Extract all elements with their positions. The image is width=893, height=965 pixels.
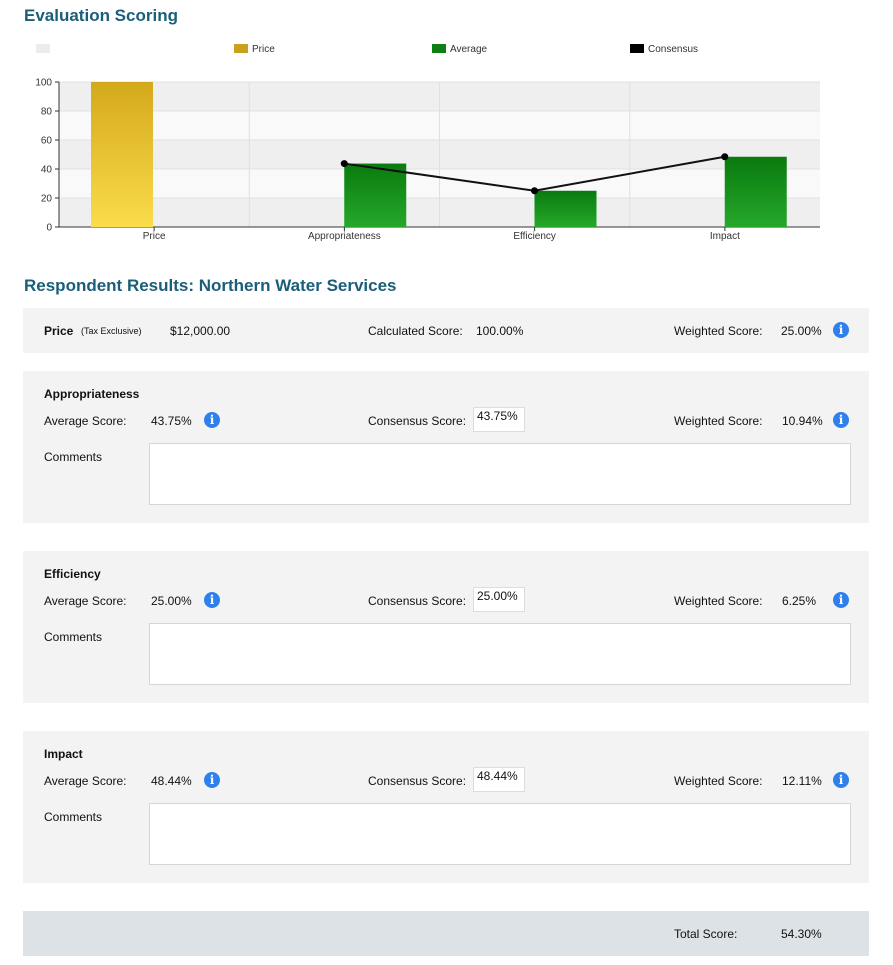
comments-label: Comments bbox=[44, 810, 103, 824]
consensus-point bbox=[340, 160, 348, 168]
x-tick-label: Impact bbox=[710, 231, 740, 242]
info-icon[interactable]: i bbox=[833, 322, 849, 338]
legend-swatch-blank bbox=[36, 44, 50, 53]
weighted-score-value: 6.25% bbox=[782, 594, 817, 608]
y-tick-label: 0 bbox=[46, 223, 52, 234]
weighted-score-label: Weighted Score: bbox=[674, 324, 763, 338]
weighted-score-value: 25.00% bbox=[781, 324, 822, 338]
y-tick-label: 40 bbox=[41, 165, 53, 176]
consensus-score-label: Consensus Score: bbox=[368, 594, 467, 608]
total-score-bar: Total Score: 54.30% bbox=[23, 911, 869, 956]
criterion-panel-efficiency: Efficiency Average Score: 25.00% i Conse… bbox=[23, 551, 869, 703]
criterion-panel-appropriateness: Appropriateness Average Score: 43.75% i … bbox=[23, 371, 869, 523]
comments-textarea[interactable] bbox=[149, 443, 851, 505]
x-tick-label: Efficiency bbox=[513, 231, 556, 242]
legend-label-consensus: Consensus bbox=[648, 44, 698, 55]
x-tick-label: Appropriateness bbox=[308, 231, 381, 242]
criterion-panel-impact: Impact Average Score: 48.44% i Consensus… bbox=[23, 731, 869, 883]
calculated-score-value: 100.00% bbox=[476, 324, 524, 338]
average-score-value: 43.75% bbox=[151, 414, 192, 428]
average-score-label: Average Score: bbox=[44, 414, 127, 428]
weighted-score-value: 12.11% bbox=[782, 774, 822, 788]
info-icon[interactable]: i bbox=[204, 412, 220, 428]
weighted-score-value: 10.94% bbox=[782, 414, 823, 428]
price-label: Price bbox=[44, 324, 74, 338]
bar-average bbox=[724, 156, 787, 227]
weighted-score-label: Weighted Score: bbox=[674, 594, 763, 608]
average-score-value: 48.44% bbox=[151, 774, 192, 788]
calculated-score-label: Calculated Score: bbox=[368, 324, 463, 338]
price-row: Price (Tax Exclusive) $12,000.00 Calcula… bbox=[23, 308, 869, 353]
info-icon[interactable]: i bbox=[833, 412, 849, 428]
consensus-score-input[interactable]: 48.44% bbox=[473, 767, 525, 792]
bar-average bbox=[534, 190, 597, 227]
respondent-results-heading: Respondent Results: Northern Water Servi… bbox=[24, 276, 397, 295]
legend-label-price: Price bbox=[252, 44, 275, 55]
comments-label: Comments bbox=[44, 630, 103, 644]
tax-exclusive-note: (Tax Exclusive) bbox=[81, 326, 142, 336]
consensus-score-input[interactable]: 43.75% bbox=[473, 407, 525, 432]
info-icon[interactable]: i bbox=[833, 772, 849, 788]
weighted-score-label: Weighted Score: bbox=[674, 774, 763, 788]
bar-price bbox=[91, 82, 153, 227]
legend-label-average: Average bbox=[450, 44, 488, 55]
evaluation-chart: 0 20 40 60 80 100 Price Appropriateness Efficien… bbox=[35, 44, 820, 242]
info-icon[interactable]: i bbox=[204, 592, 220, 608]
consensus-point bbox=[531, 187, 538, 195]
legend-swatch-average bbox=[432, 44, 446, 53]
comments-label: Comments bbox=[44, 450, 103, 464]
info-icon[interactable]: i bbox=[833, 592, 849, 608]
consensus-score-label: Consensus Score: bbox=[368, 774, 467, 788]
total-score-value: 54.30% bbox=[781, 927, 822, 941]
x-tick-label: Price bbox=[143, 231, 166, 242]
average-score-value: 25.00% bbox=[151, 594, 192, 608]
comments-textarea[interactable] bbox=[149, 623, 851, 685]
criterion-title: Appropriateness bbox=[44, 387, 140, 401]
info-icon[interactable]: i bbox=[204, 772, 220, 788]
consensus-score-label: Consensus Score: bbox=[368, 414, 467, 428]
evaluation-scoring-heading: Evaluation Scoring bbox=[24, 6, 178, 25]
y-tick-label: 20 bbox=[41, 194, 53, 205]
legend-swatch-consensus bbox=[630, 44, 644, 53]
total-score-label: Total Score: bbox=[674, 927, 738, 941]
criterion-title: Impact bbox=[44, 747, 83, 761]
comments-textarea[interactable] bbox=[149, 803, 851, 865]
y-tick-label: 80 bbox=[41, 107, 53, 118]
bar-average bbox=[344, 163, 407, 227]
consensus-score-input[interactable]: 25.00% bbox=[473, 587, 525, 612]
price-amount: $12,000.00 bbox=[170, 324, 231, 338]
legend-swatch-price bbox=[234, 44, 248, 53]
average-score-label: Average Score: bbox=[44, 594, 127, 608]
criterion-title: Efficiency bbox=[44, 567, 101, 581]
average-score-label: Average Score: bbox=[44, 774, 127, 788]
y-tick-label: 60 bbox=[41, 136, 53, 147]
y-tick-label: 100 bbox=[35, 78, 52, 89]
consensus-point bbox=[721, 153, 729, 161]
weighted-score-label: Weighted Score: bbox=[674, 414, 763, 428]
